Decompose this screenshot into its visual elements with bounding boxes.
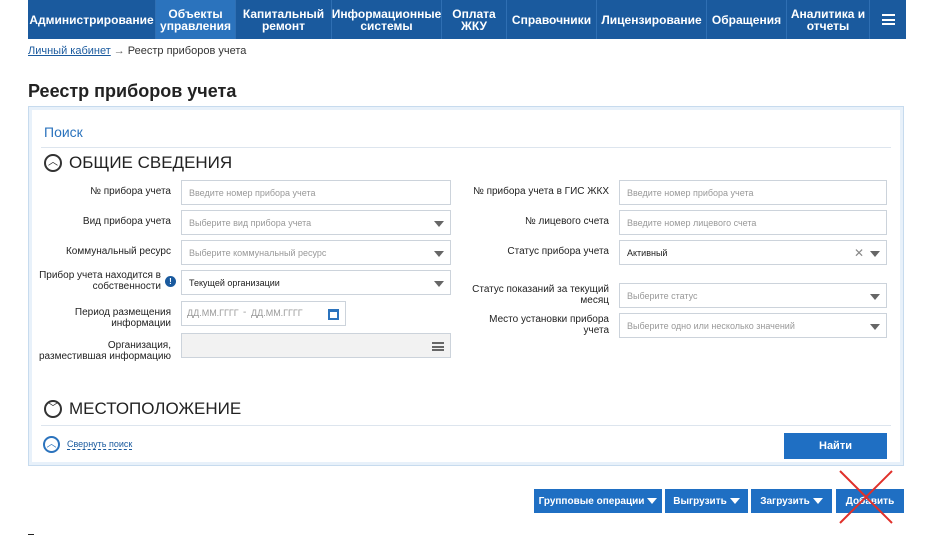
page-title: Реестр приборов учета [28, 81, 237, 101]
placeholder-text: Введите номер лицевого счета [627, 217, 757, 228]
date-to-placeholder: ДД.ММ.ГГГГ [251, 308, 303, 318]
readings-status-label: Статус показаний за текущий месяц [472, 284, 609, 306]
placeholder-text: Выберите коммунальный ресурс [189, 247, 327, 258]
button-label: Выгрузить [673, 495, 727, 507]
nav-item-label: Лицензирование [601, 12, 702, 27]
nav-item-label: Информационные системы [331, 6, 442, 33]
date-from-placeholder: ДД.ММ.ГГГГ [187, 308, 239, 318]
divider [41, 147, 891, 148]
calendar-icon[interactable] [328, 309, 339, 320]
nav-item-label: Аналитика и отчеты [790, 6, 866, 33]
placeholder-text: Введите номер прибора учета [189, 187, 316, 198]
chevron-down-icon [870, 294, 880, 300]
nav-item-management-objects[interactable]: Объекты управления [156, 0, 236, 39]
chevron-down-icon: ﹀ [44, 400, 62, 418]
button-label: Групповые операции [538, 495, 645, 507]
chevron-down-icon [434, 281, 444, 287]
search-panel-title: Поиск [44, 124, 83, 140]
date-range-separator: - [243, 307, 247, 318]
chevron-down-icon [729, 498, 740, 504]
device-status-label: Статус прибора учета [507, 246, 609, 257]
find-button[interactable]: Найти [784, 433, 887, 459]
device-number-input[interactable]: Введите номер прибора учета [181, 180, 451, 205]
chevron-down-icon [870, 324, 880, 330]
general-section-title: ОБЩИЕ СВЕДЕНИЯ [69, 153, 233, 172]
nav-item-payment[interactable]: Оплата ЖКУ [442, 0, 507, 39]
nav-item-label: Справочники [511, 12, 592, 27]
device-type-select[interactable]: Выберите вид прибора учета [181, 210, 451, 235]
organization-label: Организация, разместившая информацию [39, 340, 171, 362]
nav-menu-button[interactable] [870, 0, 906, 39]
chevron-down-icon [812, 498, 823, 504]
breadcrumb: Личный кабинет → Реестр приборов учета [28, 45, 246, 57]
top-navigation: Администрирование Объекты управления Кап… [28, 0, 906, 39]
resource-select[interactable]: Выберите коммунальный ресурс [181, 240, 451, 265]
nav-item-information-systems[interactable]: Информационные системы [332, 0, 442, 39]
nav-item-licensing[interactable]: Лицензирование [597, 0, 707, 39]
nav-item-appeals[interactable]: Обращения [707, 0, 787, 39]
location-section-header[interactable]: ﹀ МЕСТОПОЛОЖЕНИЕ [44, 399, 241, 419]
info-icon[interactable]: ! [165, 276, 176, 287]
readings-status-select[interactable]: Выберите статус [619, 283, 887, 308]
hamburger-icon [881, 14, 895, 25]
import-button[interactable]: Загрузить [751, 489, 832, 513]
device-status-select[interactable]: Активный ✕ [619, 240, 887, 265]
divider [41, 425, 891, 426]
install-place-select[interactable]: Выберите одно или несколько значений [619, 313, 887, 338]
nav-item-analytics[interactable]: Аналитика и отчеты [787, 0, 870, 39]
group-operations-button[interactable]: Групповые операции [534, 489, 662, 513]
period-date-range[interactable]: ДД.ММ.ГГГГ - ДД.ММ.ГГГГ [181, 301, 346, 326]
ownership-select[interactable]: Текущей организации [181, 270, 451, 295]
gis-number-label: № прибора учета в ГИС ЖКХ [473, 186, 609, 197]
collapse-search-link[interactable]: ︿ Свернуть поиск [43, 436, 133, 453]
account-number-input[interactable]: Введите номер лицевого счета [619, 210, 887, 235]
breadcrumb-arrow: → [113, 45, 125, 57]
organization-field[interactable] [181, 333, 451, 358]
breadcrumb-home-link[interactable]: Личный кабинет [28, 45, 111, 57]
export-button[interactable]: Выгрузить [665, 489, 748, 513]
search-panel: Поиск ︿ ОБЩИЕ СВЕДЕНИЯ № прибора учета В… [28, 106, 904, 466]
placeholder-text: Выберите одно или несколько значений [627, 320, 795, 331]
button-label: Загрузить [760, 495, 810, 507]
placeholder-text: Выберите вид прибора учета [189, 217, 312, 228]
clear-icon[interactable]: ✕ [854, 246, 864, 260]
divider [28, 534, 34, 535]
breadcrumb-current: Реестр приборов учета [127, 45, 247, 57]
period-label: Период размещения информации [74, 307, 171, 329]
install-place-label: Место установки прибора учета [489, 314, 609, 336]
chevron-down-icon [434, 221, 444, 227]
chevron-down-icon [870, 251, 880, 257]
chevron-up-icon: ︿ [44, 154, 62, 172]
nav-item-label: Администрирование [29, 12, 154, 27]
chevron-down-icon [647, 498, 658, 504]
nav-item-label: Объекты управления [160, 6, 231, 33]
account-number-label: № лицевого счета [525, 216, 609, 227]
nav-item-directories[interactable]: Справочники [507, 0, 597, 39]
chevron-down-icon [434, 251, 444, 257]
device-type-label: Вид прибора учета [82, 216, 171, 227]
nav-item-administration[interactable]: Администрирование [28, 0, 156, 39]
general-section-header[interactable]: ︿ ОБЩИЕ СВЕДЕНИЯ [44, 153, 232, 173]
collapse-search-label: Свернуть поиск [67, 439, 133, 450]
nav-item-label: Обращения [711, 12, 782, 27]
placeholder-text: Введите номер прибора учета [627, 187, 754, 198]
placeholder-text: Выберите статус [627, 290, 698, 301]
nav-item-label: Оплата ЖКУ [452, 6, 496, 33]
selected-value: Активный [627, 247, 668, 258]
location-section-title: МЕСТОПОЛОЖЕНИЕ [69, 399, 242, 418]
gis-number-input[interactable]: Введите номер прибора учета [619, 180, 887, 205]
resource-label: Коммунальный ресурс [65, 246, 171, 257]
ownership-label: Прибор учета находится в собственности [39, 270, 161, 292]
device-number-label: № прибора учета [90, 186, 171, 197]
list-icon[interactable] [432, 342, 444, 351]
chevron-up-icon: ︿ [43, 436, 60, 453]
nav-item-label: Капитальный ремонт [242, 6, 325, 33]
selected-value: Текущей организации [189, 277, 280, 288]
nav-item-capital-repair[interactable]: Капитальный ремонт [236, 0, 332, 39]
add-button[interactable]: Добавить [836, 489, 904, 513]
